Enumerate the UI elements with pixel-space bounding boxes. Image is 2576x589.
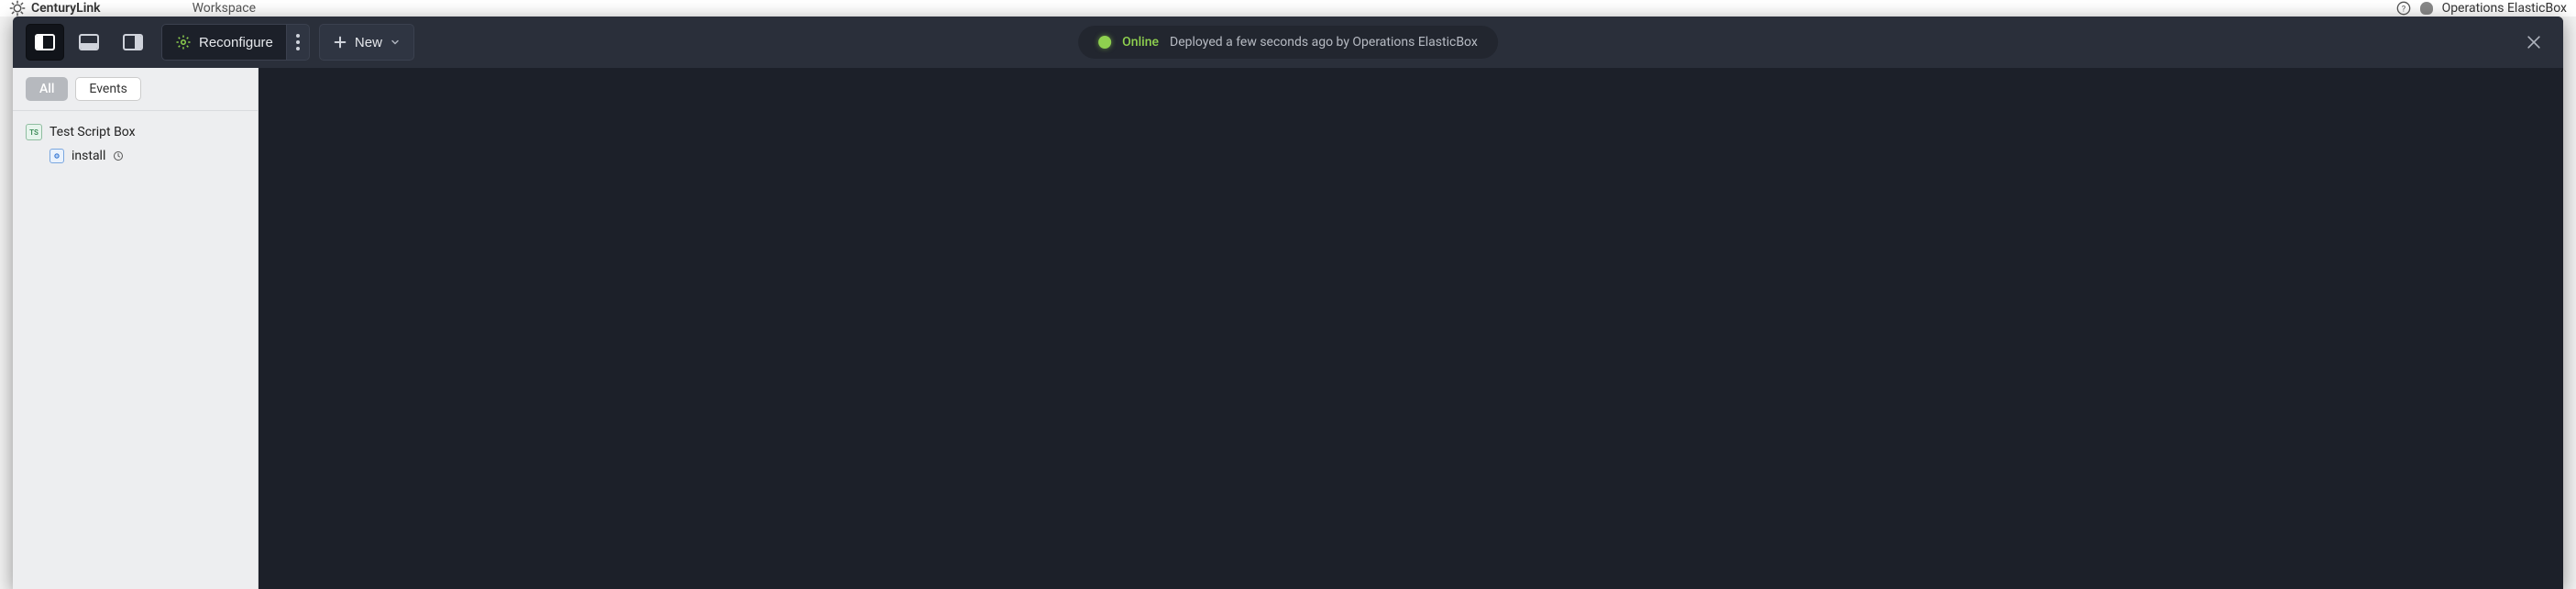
layout-right-icon	[123, 34, 143, 50]
plus-icon	[333, 35, 347, 50]
layout-bottom-button[interactable]	[70, 24, 108, 61]
layout-toggle-group	[26, 24, 152, 61]
user-label[interactable]: Operations ElasticBox	[2442, 1, 2567, 16]
close-icon	[2525, 33, 2543, 51]
chevron-down-icon	[390, 37, 401, 48]
filter-all[interactable]: All	[26, 77, 68, 101]
status-dot-icon	[1098, 36, 1111, 49]
new-button[interactable]: New	[319, 24, 414, 61]
avatar[interactable]	[2420, 2, 2433, 15]
clock-icon	[113, 150, 124, 161]
modal-body: All Events TS Test Script Box install	[13, 68, 2563, 589]
status-pill: Online Deployed a few seconds ago by Ope…	[1078, 26, 1498, 59]
reconfigure-label: Reconfigure	[199, 35, 273, 50]
sidebar: All Events TS Test Script Box install	[13, 68, 259, 589]
breadcrumb-workspace[interactable]: Workspace	[193, 1, 257, 16]
main-editor-area[interactable]	[259, 68, 2563, 589]
brand-name: CenturyLink	[31, 1, 101, 16]
tree-box-row[interactable]: TS Test Script Box	[26, 120, 245, 144]
gear-icon	[175, 34, 192, 50]
layout-right-button[interactable]	[114, 24, 152, 61]
script-tree: TS Test Script Box install	[13, 111, 258, 177]
brand-logo-icon	[9, 0, 26, 17]
close-button[interactable]	[2517, 26, 2550, 59]
background-right: ? Operations ElasticBox	[2396, 1, 2567, 16]
modal-toolbar: Reconfigure New Online Deployed a few se…	[13, 17, 2563, 68]
background-header: CenturyLink Workspace ? Operations Elast…	[0, 0, 2576, 17]
status-detail: Deployed a few seconds ago by Operations…	[1170, 35, 1478, 50]
reconfigure-button-group: Reconfigure	[161, 24, 310, 61]
reconfigure-button[interactable]: Reconfigure	[161, 24, 286, 61]
tree-script-row[interactable]: install	[26, 144, 245, 168]
status-state: Online	[1122, 35, 1159, 50]
ts-badge-icon: TS	[26, 124, 42, 140]
reconfigure-more-button[interactable]	[286, 24, 310, 61]
new-label: New	[355, 35, 382, 50]
filter-events[interactable]: Events	[75, 77, 140, 101]
tree-box-title: Test Script Box	[50, 125, 136, 139]
layout-left-button[interactable]	[26, 24, 64, 61]
lifecycle-editor-modal: Reconfigure New Online Deployed a few se…	[13, 17, 2563, 589]
layout-left-icon	[35, 34, 55, 50]
svg-text:?: ?	[2401, 4, 2405, 14]
help-icon[interactable]: ?	[2396, 1, 2411, 16]
tree-script-label: install	[72, 149, 105, 163]
script-badge-icon	[50, 149, 64, 163]
more-vertical-icon	[296, 34, 300, 50]
layout-bottom-icon	[79, 34, 99, 50]
brand-logo: CenturyLink	[9, 0, 101, 17]
filter-row: All Events	[13, 68, 258, 111]
